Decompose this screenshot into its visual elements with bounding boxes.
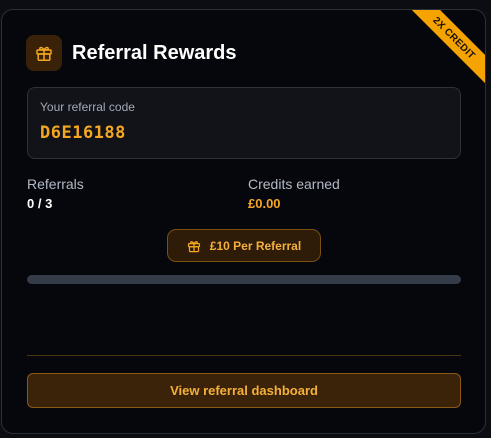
double-credit-ribbon: 2X CREDIT: [400, 10, 485, 92]
referrals-stat: Referrals 0 / 3: [27, 176, 84, 211]
card-header: Referral Rewards: [26, 35, 237, 71]
divider: [27, 355, 461, 356]
referrals-label: Referrals: [27, 176, 84, 192]
referral-code-box: Your referral code D6E16188: [27, 87, 461, 159]
gift-icon: [26, 35, 62, 71]
per-referral-label: £10 Per Referral: [209, 238, 302, 253]
referrals-value: 0 / 3: [27, 196, 53, 211]
referral-code-label: Your referral code: [40, 100, 135, 114]
referral-rewards-card: 2X CREDIT Referral Rewards Your referral…: [1, 9, 486, 434]
credits-stat: Credits earned £0.00: [248, 176, 340, 211]
card-title: Referral Rewards: [72, 41, 237, 64]
referral-code-value[interactable]: D6E16188: [40, 123, 126, 143]
credits-label: Credits earned: [248, 176, 340, 192]
per-referral-badge: £10 Per Referral: [167, 229, 321, 262]
gift-icon: [187, 239, 201, 253]
credits-value: £0.00: [248, 196, 281, 211]
view-referral-dashboard-button[interactable]: View referral dashboard: [27, 373, 461, 408]
referral-progress-bar: [27, 275, 461, 284]
